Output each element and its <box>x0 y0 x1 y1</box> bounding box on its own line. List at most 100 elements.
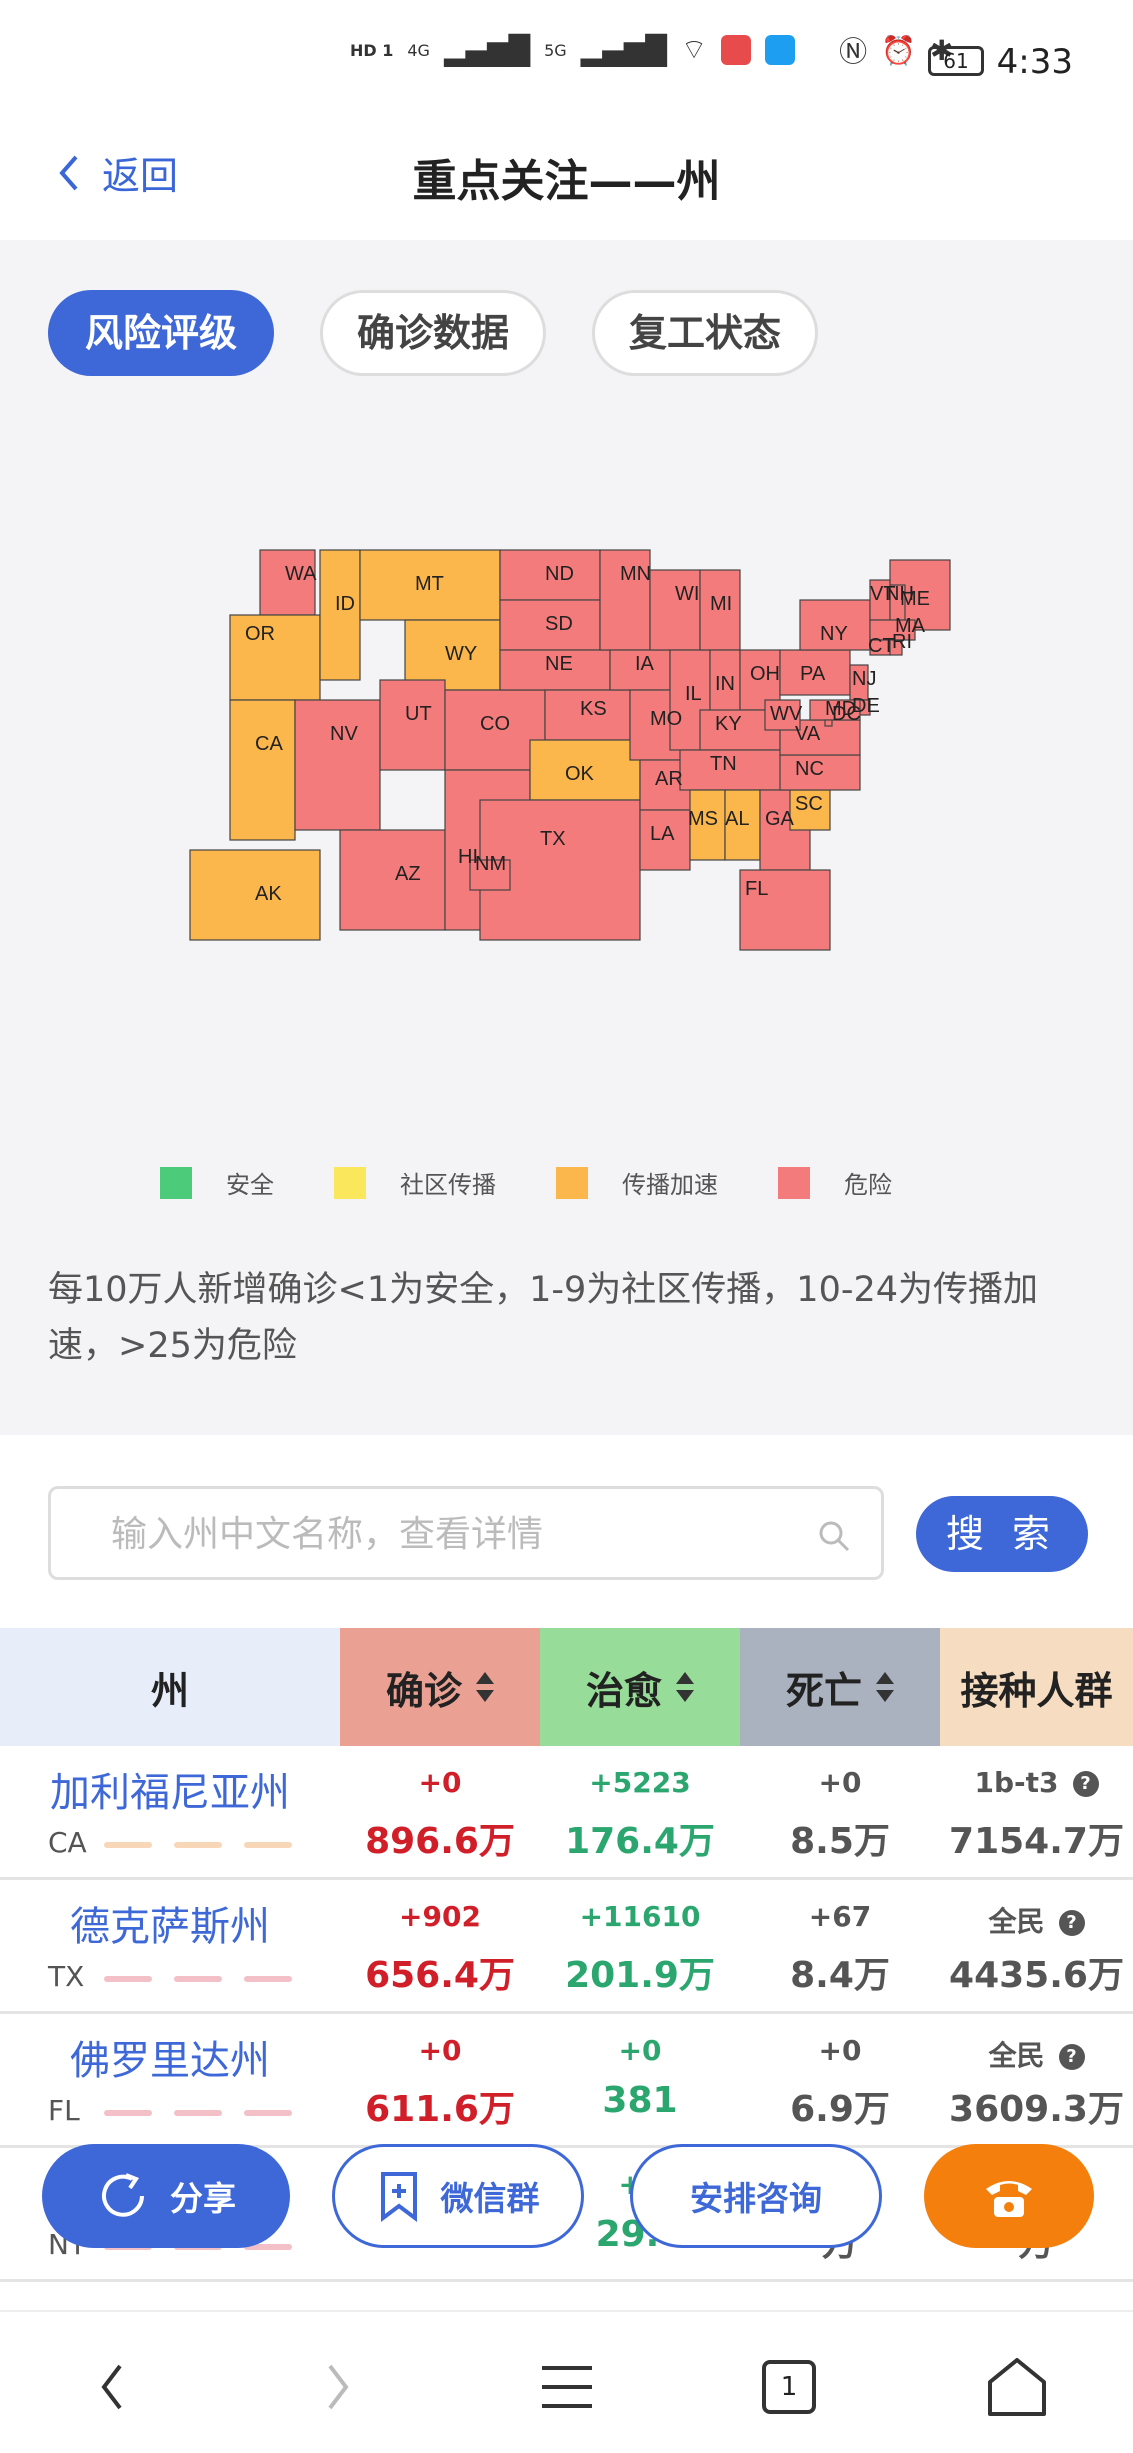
map-label-nj: NJ <box>852 668 876 690</box>
legend-swatch-safe <box>160 1166 192 1199</box>
map-label-oh: OH <box>750 663 780 685</box>
network-4g-label: 4G <box>407 40 430 60</box>
state-name-link[interactable]: 加利福尼亚州 <box>0 1760 340 1818</box>
map-label-nh: NH <box>885 583 914 605</box>
table-row[interactable]: 佛罗里达州 FL +0 611.6万 +0 381 +0 6.9万 全民? 3609.3万 <box>0 2014 1133 2148</box>
tab-risk-level[interactable]: 风险评级 <box>48 290 275 376</box>
vaccinated-total: 4435.6万 <box>949 1955 1124 1996</box>
map-state-ut[interactable] <box>379 679 446 771</box>
vaccination-group: 全民 <box>988 1905 1045 1938</box>
forward-arrow-icon[interactable] <box>302 2352 372 2422</box>
confirmed-total: 896.6万 <box>365 1821 515 1862</box>
confirmed-total: 656.4万 <box>365 1955 515 1996</box>
help-icon[interactable]: ? <box>1058 1910 1085 1936</box>
map-label-ri: RI <box>892 631 912 653</box>
help-icon[interactable]: ? <box>1058 2044 1085 2070</box>
map-label-fl: FL <box>745 878 768 900</box>
tab-reopen-status[interactable]: 复工状态 <box>592 290 819 376</box>
map-label-ok: OK <box>565 763 595 785</box>
col-state: 州 <box>0 1628 340 1746</box>
map-label-nm: NM <box>475 853 506 875</box>
map-state-wi[interactable] <box>649 569 701 651</box>
table-row[interactable]: 加利福尼亚州 CA +0 896.6万 +5223 176.4万 +0 8.5万 1b-… <box>0 1746 1133 1880</box>
vaccination-group: 全民 <box>988 2039 1045 2072</box>
map-state-id[interactable] <box>319 549 361 681</box>
network-5g-label: 5G <box>544 40 567 60</box>
search-input[interactable] <box>111 1507 791 1561</box>
phone-button[interactable] <box>924 2144 1094 2248</box>
search-icon <box>819 1521 850 1552</box>
sort-icon <box>876 1670 894 1704</box>
map-label-ak: AK <box>255 883 282 905</box>
signal-icon: ▂▄▆█ <box>443 33 531 67</box>
map-label-ga: GA <box>765 808 795 830</box>
menu-icon[interactable] <box>532 2352 602 2422</box>
us-risk-map[interactable]: WA OR CA ID MT WY NV UT CO AZ NM ND SD NE KS OK TX MN IA MO… <box>170 540 970 960</box>
risk-dashes <box>104 1976 292 1982</box>
vaccinated-total: 3609.3万 <box>949 2089 1124 2130</box>
death-increase: +0 <box>818 1766 862 1799</box>
map-label-hi: HI <box>458 846 478 868</box>
state-abbr: TX <box>48 1960 85 1993</box>
map-legend: 安全 社区传播 传播加速 危险 <box>160 1165 952 1200</box>
help-icon[interactable]: ? <box>1072 1771 1099 1797</box>
wechat-group-button[interactable]: 微信群 <box>332 2144 584 2248</box>
map-label-mt: MT <box>415 573 444 595</box>
col-deaths[interactable]: 死亡 <box>740 1628 940 1746</box>
map-label-ne: NE <box>545 653 573 675</box>
map-label-ny: NY <box>820 623 848 645</box>
home-icon[interactable] <box>982 2352 1052 2422</box>
map-label-ks: KS <box>580 698 607 720</box>
tabs-count-button[interactable]: 1 <box>762 2360 816 2414</box>
tab-confirmed-data[interactable]: 确诊数据 <box>320 290 547 376</box>
legend-swatch-danger <box>778 1166 810 1199</box>
legend-swatch-community <box>334 1166 366 1199</box>
state-name-link[interactable]: 佛罗里达州 <box>0 2028 340 2086</box>
share-button[interactable]: 分享 <box>42 2144 290 2248</box>
sort-icon <box>476 1670 494 1704</box>
vaccination-group: 1b-t3 <box>974 1766 1059 1799</box>
map-label-ms: MS <box>688 808 718 830</box>
map-state-ca[interactable] <box>229 699 296 841</box>
share-icon <box>102 2173 144 2217</box>
cured-total: 381 <box>602 2080 678 2121</box>
map-state-or[interactable] <box>229 614 321 701</box>
back-arrow-icon[interactable] <box>78 2352 148 2422</box>
vaccinated-total: 7154.7万 <box>949 1821 1124 1862</box>
map-label-wa: WA <box>285 563 317 585</box>
phone-icon <box>986 2181 1032 2217</box>
map-label-nc: NC <box>795 758 824 780</box>
map-label-wi: WI <box>675 583 699 605</box>
map-label-al: AL <box>725 808 749 830</box>
map-state-dc[interactable] <box>824 719 833 727</box>
map-label-tn: TN <box>710 753 737 775</box>
map-label-tx: TX <box>540 828 566 850</box>
cured-increase: +11610 <box>579 1900 701 1933</box>
col-vaccinated: 接种人群 <box>940 1628 1133 1746</box>
status-time: 4:33 <box>996 42 1073 82</box>
consult-button[interactable]: 安排咨询 <box>630 2144 882 2248</box>
risk-definition-note: 每10万人新增确诊<1为安全，1-9为社区传播，10-24为传播加速，>25为危… <box>48 1270 1038 1366</box>
map-label-mo: MO <box>650 708 682 730</box>
search-button[interactable]: 搜 索 <box>916 1496 1088 1572</box>
network-hd1-label: HD 1 <box>350 40 394 60</box>
col-confirmed[interactable]: 确诊 <box>340 1628 540 1746</box>
map-label-wv: WV <box>770 703 803 725</box>
state-name-link[interactable]: 德克萨斯州 <box>0 1894 340 1952</box>
search-box <box>48 1486 884 1580</box>
table-row[interactable]: 德克萨斯州 TX +902 656.4万 +11610 201.9万 +67 8.4万 … <box>0 1880 1133 2014</box>
map-label-ut: UT <box>405 703 432 725</box>
map-label-in: IN <box>715 673 735 695</box>
col-cured[interactable]: 治愈 <box>540 1628 740 1746</box>
table-header: 州 确诊 治愈 死亡 接种人群 <box>0 1628 1133 1746</box>
map-label-ca: CA <box>255 733 283 755</box>
legend-accelerating: 传播加速 <box>556 1165 718 1200</box>
cured-total: 201.9万 <box>565 1955 715 1996</box>
cured-increase: +5223 <box>589 1766 691 1799</box>
risk-dashes <box>104 2110 292 2116</box>
map-state-az[interactable] <box>339 829 446 931</box>
death-increase: +67 <box>808 1900 872 1933</box>
map-label-id: ID <box>335 593 355 615</box>
map-state-nv[interactable] <box>294 699 381 831</box>
bookmark-add-icon <box>380 2172 417 2222</box>
